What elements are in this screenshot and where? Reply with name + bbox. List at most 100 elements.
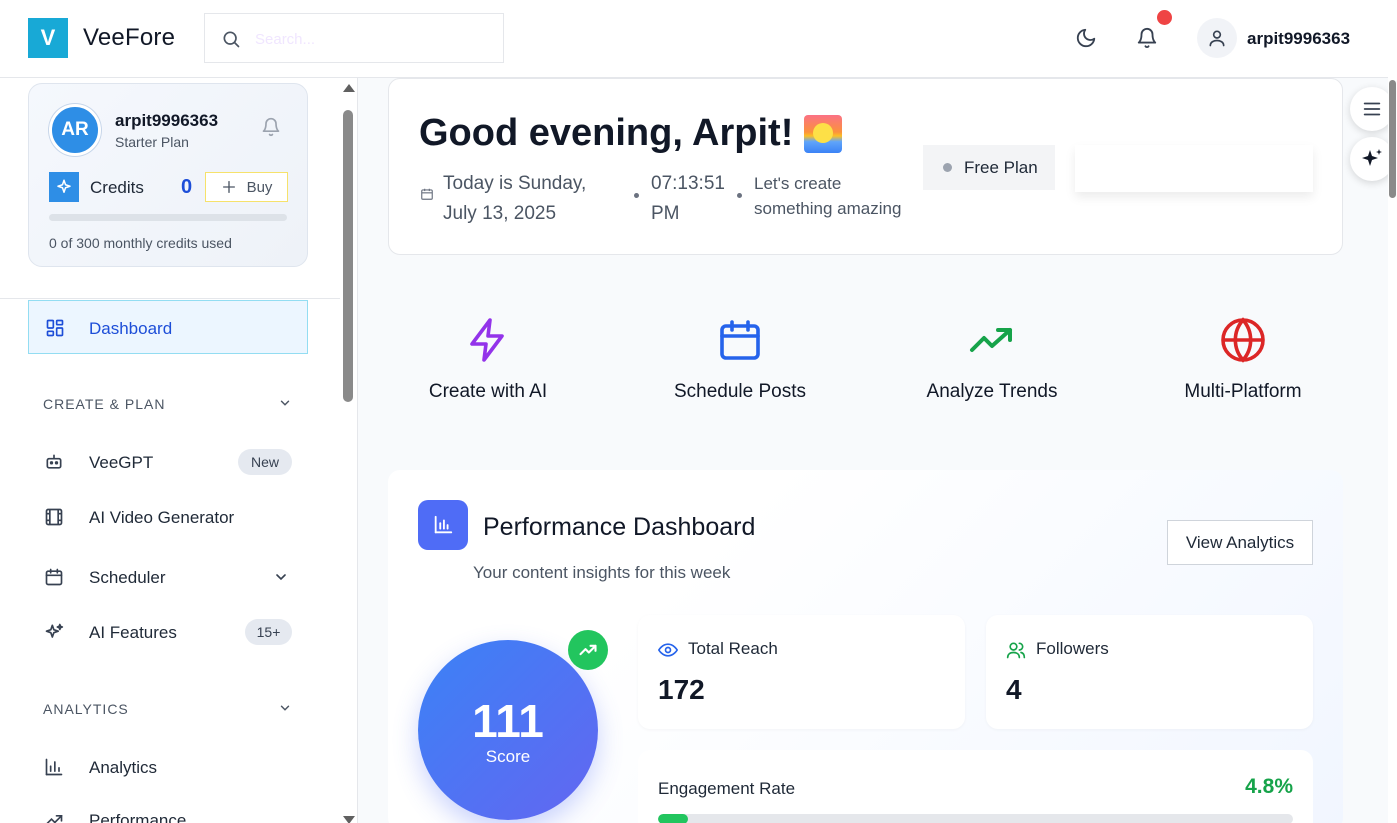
bell-icon[interactable]	[261, 117, 281, 142]
engagement-label: Engagement Rate	[658, 779, 796, 798]
credits-progress-bar	[49, 214, 287, 221]
header-username[interactable]: arpit9996363	[1247, 29, 1350, 49]
film-icon	[44, 507, 64, 532]
chevron-down-icon[interactable]	[278, 396, 292, 415]
sidebar-item-ai-video-generator[interactable]: AI Video Generator	[28, 495, 308, 539]
chevron-down-icon[interactable]	[273, 569, 289, 590]
bar-chart-icon	[418, 500, 468, 550]
followers-value: 4	[1006, 674, 1022, 705]
search-input[interactable]	[255, 26, 485, 52]
notification-dot	[1157, 10, 1172, 25]
chevron-down-icon[interactable]	[278, 701, 292, 720]
profile-name: arpit9996363	[115, 111, 219, 130]
sidebar-item-analytics[interactable]: Analytics	[28, 745, 308, 789]
trending-up-icon	[44, 810, 64, 823]
sidebar-item-label: Performance	[89, 811, 187, 823]
quote-icon	[1363, 102, 1381, 116]
bell-icon[interactable]	[1136, 27, 1158, 54]
sidebar-item-dashboard[interactable]: Dashboard	[28, 300, 308, 354]
calendar-icon	[420, 187, 434, 206]
plan-badge-label: Free Plan	[964, 157, 1038, 177]
section-create-plan[interactable]: CREATE & PLAN	[43, 396, 165, 412]
action-multi-platform[interactable]: Multi-Platform	[1143, 316, 1343, 416]
sidebar-item-scheduler[interactable]: Scheduler	[28, 555, 308, 599]
sidebar-item-label: Dashboard	[89, 319, 173, 338]
calendar-icon	[44, 567, 64, 592]
credits-label: Credits	[90, 178, 144, 197]
scroll-up-arrow-icon[interactable]	[343, 84, 355, 92]
greeting-time: 07:13:51 PM	[651, 173, 725, 224]
followers-label: Followers	[1036, 639, 1109, 658]
action-create-with-ai[interactable]: Create with AI	[388, 316, 588, 416]
count-badge: 15+	[245, 619, 292, 645]
profile-plan: Starter Plan	[115, 134, 189, 150]
logo[interactable]: V	[28, 18, 68, 58]
score-value: 111	[472, 695, 544, 747]
scrollbar-thumb[interactable]	[1389, 80, 1396, 198]
user-avatar[interactable]	[1197, 18, 1237, 58]
brand-name[interactable]: VeeFore	[83, 24, 175, 52]
action-schedule-posts[interactable]: Schedule Posts	[640, 316, 840, 416]
users-icon	[1006, 640, 1026, 665]
total-reach-value: 172	[658, 674, 705, 705]
action-label: Schedule Posts	[673, 381, 807, 402]
sidebar-item-label: Analytics	[89, 758, 158, 777]
action-label: Analyze Trends	[926, 381, 1058, 402]
sidebar-item-veegpt[interactable]: VeeGPT New	[28, 440, 308, 484]
sidebar-scrollbar[interactable]	[340, 78, 357, 823]
user-icon	[1209, 30, 1225, 47]
view-analytics-button[interactable]: View Analytics	[1167, 520, 1313, 565]
greeting-card: Good evening, Arpit! Today is Sunday, Ju…	[388, 78, 1343, 255]
greeting-message: Let's create something amazing	[754, 174, 902, 218]
sunset-emoji-icon	[804, 115, 842, 153]
performance-subtitle: Your content insights for this week	[473, 563, 731, 582]
search-icon	[223, 31, 240, 48]
plan-badge[interactable]: Free Plan	[923, 145, 1055, 190]
trending-up-icon	[970, 328, 1012, 352]
separator-dot	[737, 193, 742, 198]
engagement-card: Engagement Rate 4.8%	[638, 750, 1313, 823]
total-reach-card: Total Reach 172	[638, 615, 965, 729]
moon-icon[interactable]	[1075, 27, 1097, 54]
top-bar: V VeeFore arpit9996363	[0, 0, 1388, 78]
total-reach-label: Total Reach	[688, 639, 778, 658]
performance-card: Performance Dashboard Your content insig…	[388, 470, 1343, 823]
avatar[interactable]: AR	[49, 104, 101, 156]
greeting-date: Today is Sunday, July 13, 2025	[443, 173, 587, 224]
status-dot	[943, 163, 952, 172]
sidebar-item-label: AI Video Generator	[89, 508, 235, 527]
sidebar-item-ai-features[interactable]: AI Features 15+	[28, 610, 308, 654]
grid-icon	[45, 318, 65, 343]
score-label: Score	[485, 747, 531, 766]
new-badge: New	[238, 449, 292, 475]
profile-card: AR arpit9996363 Starter Plan Credits 0 B…	[28, 83, 308, 267]
lightning-icon	[470, 318, 504, 362]
page-scrollbar[interactable]	[1388, 0, 1397, 823]
sidebar-item-performance[interactable]: Performance	[28, 798, 308, 823]
plus-icon	[222, 181, 235, 193]
globe-icon	[1221, 317, 1265, 363]
sidebar-item-label: VeeGPT	[89, 453, 154, 472]
eye-icon	[657, 640, 679, 665]
bot-icon	[44, 452, 64, 477]
search-box[interactable]	[204, 13, 504, 63]
engagement-progress-bar	[658, 814, 1293, 823]
buy-credits-button[interactable]: Buy	[205, 172, 288, 202]
section-analytics[interactable]: ANALYTICS	[43, 701, 129, 717]
upgrade-panel[interactable]	[1075, 145, 1313, 192]
scroll-down-arrow-icon[interactable]	[343, 816, 355, 823]
bar-chart-icon	[44, 757, 64, 782]
followers-card: Followers 4	[986, 615, 1313, 729]
greeting-title: Good evening, Arpit!	[419, 112, 794, 154]
scrollbar-thumb[interactable]	[343, 110, 353, 402]
credits-count: 0	[181, 176, 193, 198]
sidebar-item-label: AI Features	[89, 623, 177, 642]
trending-up-icon	[568, 630, 608, 670]
credits-note: 0 of 300 monthly credits used	[49, 235, 232, 251]
buy-label: Buy	[246, 178, 273, 196]
action-label: Multi-Platform	[1184, 381, 1302, 402]
calendar-icon	[720, 320, 760, 360]
main-content: Good evening, Arpit! Today is Sunday, Ju…	[358, 78, 1388, 823]
action-analyze-trends[interactable]: Analyze Trends	[892, 316, 1092, 416]
engagement-progress-fill	[658, 814, 689, 823]
